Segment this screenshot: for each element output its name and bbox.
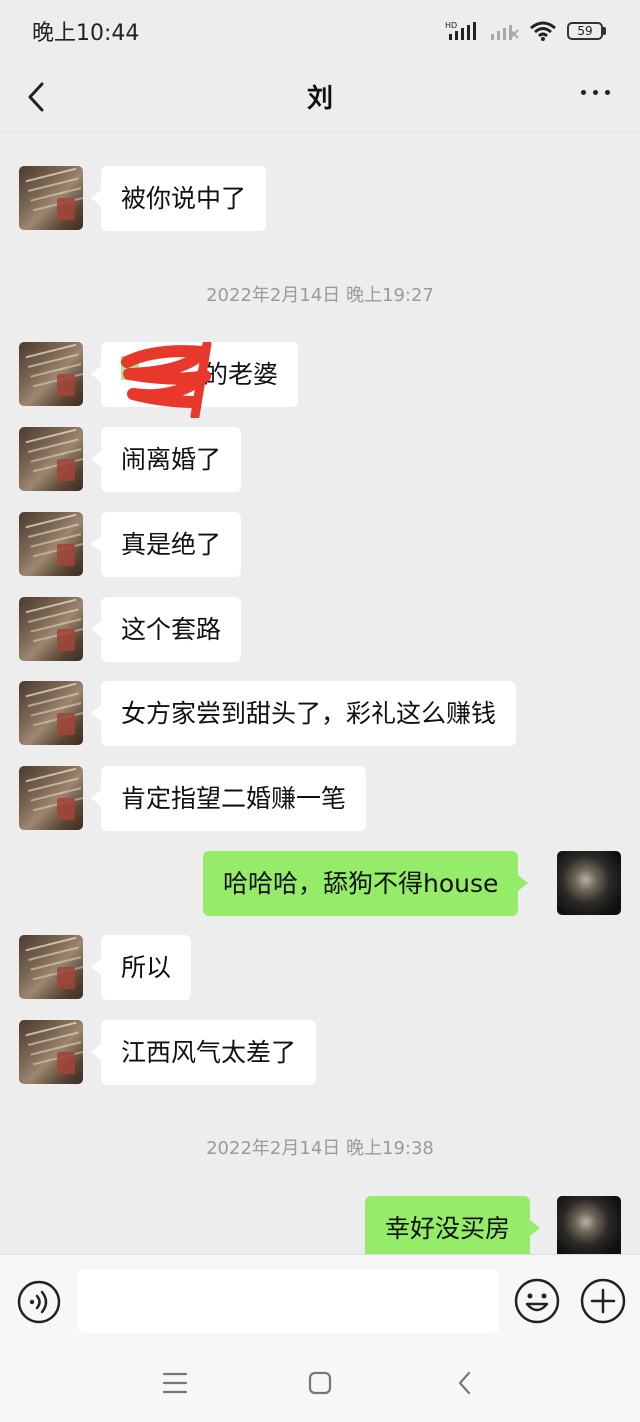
battery-level: 59 bbox=[567, 22, 603, 40]
message-text: 女方家尝到甜头了，彩礼这么赚钱 bbox=[121, 699, 497, 728]
message-text: 肯定指望二婚赚一笔 bbox=[121, 784, 347, 813]
contact-avatar[interactable] bbox=[19, 597, 83, 661]
emoji-icon[interactable] bbox=[514, 1278, 560, 1324]
menu-icon[interactable] bbox=[160, 1368, 190, 1398]
message-text: 被你说中了 bbox=[121, 184, 247, 213]
home-icon[interactable] bbox=[305, 1368, 335, 1398]
message-text: 这个套路 bbox=[121, 615, 222, 644]
status-bar: 晚上10:44 HD 59 bbox=[0, 0, 640, 62]
message-bubble-received[interactable]: 所以 bbox=[90, 935, 192, 1000]
contact-avatar[interactable] bbox=[19, 766, 83, 830]
message-bubble-sent[interactable]: 幸好没买房 bbox=[365, 1196, 541, 1261]
message-bubble-received[interactable]: 这个套路 bbox=[90, 597, 242, 662]
contact-avatar[interactable] bbox=[19, 342, 83, 406]
wifi-icon bbox=[530, 21, 556, 41]
message-text: 闹离婚了 bbox=[121, 445, 222, 474]
message-bubble-sent[interactable]: 哈哈哈，舔狗不得house bbox=[203, 851, 529, 916]
message-text: 的老婆 bbox=[203, 360, 279, 389]
my-avatar[interactable] bbox=[557, 851, 621, 915]
timestamp: 2022年2月14日 晚上19:27 bbox=[206, 285, 434, 306]
message-bubble-received[interactable]: 闹离婚了 bbox=[90, 427, 242, 492]
message-text: 真是绝了 bbox=[121, 530, 222, 559]
message-input[interactable] bbox=[78, 1269, 499, 1333]
redaction-scribble bbox=[121, 342, 212, 418]
contact-avatar[interactable] bbox=[19, 166, 83, 230]
timestamp: 2022年2月14日 晚上19:38 bbox=[206, 1138, 434, 1159]
status-icons: HD 59 bbox=[445, 20, 606, 42]
battery-icon: 59 bbox=[567, 22, 606, 40]
contact-avatar[interactable] bbox=[19, 1020, 83, 1084]
contact-avatar[interactable] bbox=[19, 681, 83, 745]
chat-title: 刘 bbox=[306, 84, 333, 114]
message-bubble-received[interactable]: 的老婆 bbox=[90, 342, 299, 418]
message-text: 哈哈哈，舔狗不得house bbox=[223, 869, 499, 898]
system-nav-bar bbox=[0, 1350, 640, 1422]
message-bubble-received[interactable]: 女方家尝到甜头了，彩礼这么赚钱 bbox=[90, 681, 517, 746]
back-chevron-icon[interactable] bbox=[22, 80, 52, 114]
signal-icon bbox=[491, 25, 519, 40]
chat-header: 刘 bbox=[0, 62, 640, 132]
message-text: 幸好没买房 bbox=[385, 1214, 511, 1243]
contact-avatar[interactable] bbox=[19, 427, 83, 491]
message-text: 所以 bbox=[121, 953, 172, 982]
message-bubble-received[interactable]: 江西风气太差了 bbox=[90, 1020, 317, 1085]
contact-avatar[interactable] bbox=[19, 512, 83, 576]
voice-icon[interactable] bbox=[17, 1280, 61, 1324]
message-bubble-received[interactable]: 肯定指望二婚赚一笔 bbox=[90, 766, 367, 831]
system-back-icon[interactable] bbox=[450, 1368, 480, 1398]
message-bubble-received[interactable]: 真是绝了 bbox=[90, 512, 242, 577]
message-bubble-received[interactable]: 被你说中了 bbox=[90, 166, 267, 231]
my-avatar[interactable] bbox=[557, 1196, 621, 1254]
plus-icon[interactable] bbox=[580, 1278, 626, 1324]
more-dots-icon[interactable] bbox=[581, 90, 610, 95]
status-time: 晚上10:44 bbox=[32, 21, 140, 46]
contact-avatar[interactable] bbox=[19, 935, 83, 999]
hd-signal-icon: HD bbox=[445, 21, 476, 40]
svg-text:HD: HD bbox=[445, 21, 457, 30]
message-input-bar bbox=[0, 1254, 640, 1350]
message-text: 江西风气太差了 bbox=[121, 1038, 297, 1067]
